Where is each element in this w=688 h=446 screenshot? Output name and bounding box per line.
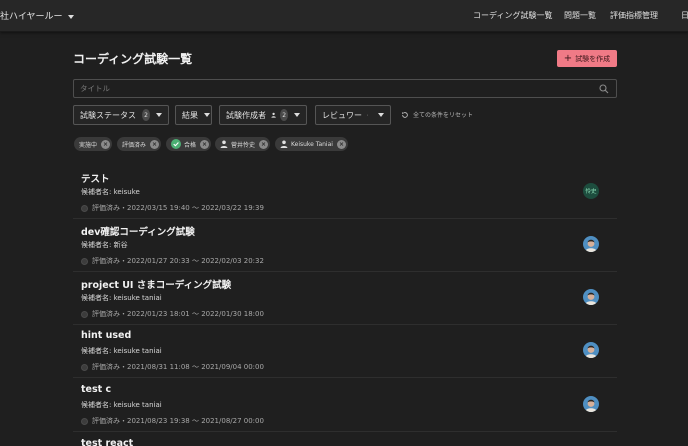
- reviewer-avatar: [583, 396, 599, 412]
- test-title: dev確認コーディング試験: [81, 227, 195, 238]
- status-filter[interactable]: 試験ステータス 2: [73, 105, 169, 125]
- test-status: 評価済み・2022/01/27 20:33 〜 2022/02/03 20:32: [81, 256, 264, 266]
- nav-coding-tests[interactable]: コーディング試験一覧: [473, 10, 552, 21]
- reviewer-avatar: [583, 289, 599, 305]
- test-title: test c: [81, 384, 112, 395]
- person-icon: [271, 112, 276, 118]
- chip-label: 実施中: [79, 141, 98, 149]
- person-icon: [280, 140, 288, 148]
- create-test-button[interactable]: + 試験を作成: [557, 50, 617, 67]
- status-dot-icon: [81, 257, 88, 265]
- chip-label: Keisuke Taniai: [291, 140, 333, 148]
- filter-chip-evaluated: 評価済み ×: [117, 137, 162, 151]
- creator-filter[interactable]: 試験作成者 2: [219, 105, 307, 125]
- status-dot-icon: [81, 204, 88, 212]
- status-text: 評価済み・2021/08/23 19:38 〜 2021/08/27 00:00: [92, 417, 264, 425]
- chevron-down-icon: [204, 113, 210, 117]
- creator-filter-count: 2: [280, 109, 288, 121]
- test-status: 評価済み・2022/03/15 19:40 〜 2022/03/22 19:39: [81, 203, 264, 213]
- test-list-item[interactable]: project UI さまコーディング試験 候補者名: keisuke tani…: [73, 272, 617, 325]
- chevron-down-icon: [378, 113, 384, 117]
- status-text: 評価済み・2021/08/31 11:08 〜 2021/09/04 00:00: [92, 363, 264, 371]
- test-title: テスト: [81, 174, 110, 185]
- search-icon: [599, 84, 609, 94]
- nav-questions[interactable]: 問題一覧: [564, 10, 596, 21]
- creator-filter-label: 試験作成者: [226, 110, 266, 120]
- status-filter-label: 試験ステータス: [80, 110, 136, 120]
- candidate-name: 候補者名: keisuke taniai: [81, 347, 162, 355]
- test-list-item[interactable]: hint used 候補者名: keisuke taniai 評価済み・2021…: [73, 325, 617, 378]
- test-status: 評価済み・2021/08/31 11:08 〜 2021/09/04 00:00: [81, 362, 264, 372]
- reset-filters-label: 全ての条件をリセット: [413, 112, 474, 119]
- reviewer-avatar: [583, 342, 599, 358]
- remove-chip-icon[interactable]: ×: [150, 139, 160, 149]
- check-circle-icon: [171, 139, 181, 149]
- reviewer-filter[interactable]: レビュワー: [315, 105, 391, 125]
- result-filter-label: 結果: [182, 110, 198, 120]
- test-title: project UI さまコーディング試験: [81, 280, 232, 291]
- remove-chip-icon[interactable]: ×: [200, 139, 210, 149]
- candidate-name: 候補者名: keisuke taniai: [81, 294, 162, 302]
- nav-language[interactable]: 日: [681, 10, 688, 21]
- candidate-name: 候補者名: keisuke: [81, 188, 140, 196]
- plus-icon: +: [563, 52, 573, 64]
- filter-chip-reviewer: Keisuke Taniai ×: [275, 137, 348, 151]
- reviewer-avatar: [583, 236, 599, 252]
- top-navigation-bar: 社ハイヤールー コーディング試験一覧 問題一覧 評価指標管理 日: [0, 0, 688, 32]
- create-test-label: 試験を作成: [575, 54, 611, 63]
- chevron-down-icon: [156, 113, 162, 117]
- filter-chip-in-progress: 実施中 ×: [74, 137, 113, 151]
- title-search-field: [73, 79, 617, 98]
- test-title: test react: [81, 438, 134, 446]
- chip-label: 菅井怜史: [231, 141, 256, 149]
- reset-icon: [402, 111, 408, 118]
- remove-chip-icon[interactable]: ×: [336, 139, 346, 149]
- person-icon: [220, 140, 228, 148]
- test-title: hint used: [81, 330, 132, 341]
- chip-label: 合格: [184, 141, 197, 149]
- test-status: 評価済み・2022/01/23 18:01 〜 2022/01/30 18:00: [81, 309, 264, 319]
- test-list-item[interactable]: dev確認コーディング試験 候補者名: 新谷 評価済み・2022/01/27 2…: [73, 219, 617, 272]
- status-dot-icon: [81, 417, 88, 425]
- test-list-item[interactable]: test react: [73, 432, 617, 446]
- filter-chip-creator: 菅井怜史 ×: [215, 137, 271, 151]
- page-title: コーディング試験一覧: [73, 52, 193, 66]
- status-filter-count: 2: [142, 109, 150, 121]
- status-dot-icon: [81, 310, 88, 318]
- organization-name: 社ハイヤールー: [0, 12, 63, 22]
- filter-chip-passed: 合格 ×: [166, 137, 212, 151]
- candidate-name: 候補者名: 新谷: [81, 241, 128, 249]
- remove-chip-icon[interactable]: ×: [259, 139, 269, 149]
- organization-switcher[interactable]: 社ハイヤールー: [0, 9, 74, 22]
- reviewer-filter-label: レビュワー: [322, 110, 362, 120]
- test-status: 評価済み・2021/08/23 19:38 〜 2021/08/27 00:00: [81, 416, 264, 426]
- reviewer-avatar: 怜史: [583, 183, 599, 199]
- chevron-down-icon: [67, 14, 74, 19]
- chevron-down-icon: [294, 113, 300, 117]
- nav-evaluation-metrics[interactable]: 評価指標管理: [610, 10, 658, 21]
- status-dot-icon: [81, 363, 88, 371]
- candidate-name: 候補者名: keisuke taniai: [81, 401, 162, 409]
- chip-label: 評価済み: [122, 141, 147, 149]
- title-search-input[interactable]: [80, 82, 580, 95]
- status-text: 評価済み・2022/01/27 20:33 〜 2022/02/03 20:32: [92, 257, 264, 265]
- people-icon: [367, 114, 368, 116]
- test-list-item[interactable]: テスト 候補者名: keisuke 評価済み・2022/03/15 19:40 …: [73, 166, 617, 219]
- status-text: 評価済み・2022/01/23 18:01 〜 2022/01/30 18:00: [92, 310, 264, 318]
- reset-filters-button[interactable]: 全ての条件をリセット: [401, 110, 473, 119]
- result-filter[interactable]: 結果: [175, 105, 212, 125]
- status-text: 評価済み・2022/03/15 19:40 〜 2022/03/22 19:39: [92, 204, 264, 212]
- remove-chip-icon[interactable]: ×: [101, 139, 111, 149]
- test-list-item[interactable]: test c 候補者名: keisuke taniai 評価済み・2021/08…: [73, 379, 617, 432]
